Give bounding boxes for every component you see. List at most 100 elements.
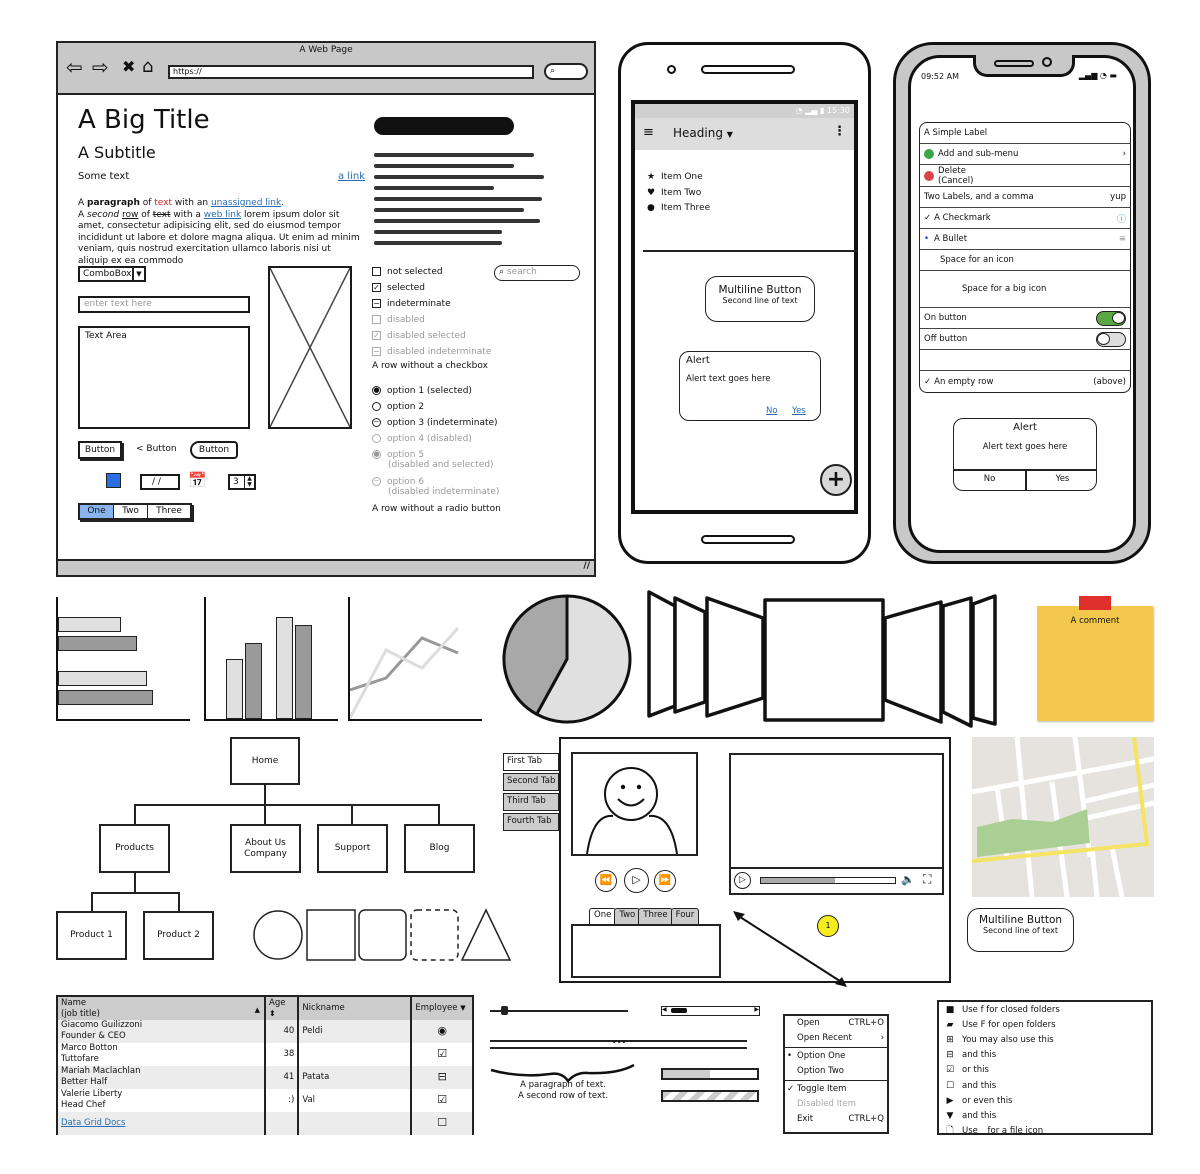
fast-forward-button[interactable]: ⏩ <box>654 870 676 892</box>
iphone-list-item[interactable]: ✓ An empty row (above) <box>920 371 1130 392</box>
button-3[interactable]: Button <box>190 441 238 459</box>
checkbox-0[interactable]: not selected <box>372 267 443 277</box>
menu-item[interactable]: ✓ Toggle Item <box>785 1082 887 1097</box>
color-picker[interactable] <box>106 473 121 488</box>
text-area[interactable]: Text Area <box>78 326 250 429</box>
slider-thumb[interactable] <box>501 1006 509 1015</box>
iphone-list-item[interactable]: Space for an icon <box>920 250 1130 271</box>
sitemap-node-about[interactable]: About Us Company <box>230 824 301 873</box>
overflow-menu-icon[interactable]: ⋮ <box>833 124 846 139</box>
browser-search-field[interactable]: ⌕ <box>544 63 588 80</box>
iphone-list-item[interactable]: Space for a big icon <box>920 271 1130 308</box>
heading-dropdown[interactable]: Heading ▼ <box>673 126 733 140</box>
forward-arrow-icon[interactable]: ⇨ <box>92 57 109 77</box>
alert-yes-button[interactable]: Yes <box>1027 474 1098 484</box>
column-header-nickname[interactable]: Nickname <box>298 997 413 1020</box>
sitemap-node-products[interactable]: Products <box>99 824 170 873</box>
iphone-list-item[interactable]: ✓ A Checkmark ⓘ <box>920 208 1130 229</box>
tree-item[interactable]: ■ Use f for closed folders <box>939 1002 1151 1017</box>
checkbox-1[interactable]: ✓ selected <box>372 283 425 293</box>
stepper-arrows-icon[interactable]: ▲ ▼ <box>244 476 254 488</box>
resize-grip-icon[interactable]: // <box>583 561 590 571</box>
tab-four[interactable]: Four <box>670 908 700 924</box>
alert-yes-button[interactable]: Yes <box>792 406 806 416</box>
splitter-handle[interactable]: ••• <box>612 1038 626 1047</box>
unassigned-link[interactable]: unassigned link <box>211 198 281 208</box>
column-header-employee[interactable]: Employee ▼ <box>411 997 472 1020</box>
annotation-number-badge[interactable]: 1 <box>817 915 839 937</box>
home-icon[interactable]: ⌂ <box>142 57 153 77</box>
tree-item[interactable]: ▼ and this <box>939 1108 1151 1123</box>
tree-item[interactable]: ⊟ and this <box>939 1048 1151 1063</box>
toggle-off[interactable] <box>1096 331 1126 347</box>
segment-one[interactable]: One <box>80 505 114 518</box>
volume-icon[interactable]: 🔈 <box>901 873 915 886</box>
map[interactable] <box>972 737 1154 897</box>
back-button[interactable]: < Button <box>136 444 177 454</box>
hamburger-menu-icon[interactable]: ≡ <box>643 125 654 140</box>
scroll-thumb[interactable] <box>671 1008 687 1013</box>
tree-item[interactable]: ▰ Use F for open folders <box>939 1017 1151 1032</box>
iphone-list-item[interactable]: • A Bullet ≡ <box>920 229 1130 250</box>
menu-item[interactable]: • Option One <box>785 1049 887 1064</box>
table-row[interactable]: Giacomo Guilizzoni Founder & CEO 40 Peldi ◉ <box>58 1020 472 1043</box>
checkbox-empty-icon[interactable]: ☐ <box>437 1116 447 1129</box>
tree-item[interactable]: ☐ and this <box>939 1078 1151 1093</box>
multiline-button-2[interactable]: Multiline Button Second line of text <box>967 908 1074 952</box>
back-arrow-icon[interactable]: ⇦ <box>66 57 83 77</box>
tree-item[interactable]: ⊞ You may also use this <box>939 1032 1151 1047</box>
vtab-third[interactable]: Third Tab <box>503 793 559 811</box>
checkbox-checked-icon[interactable]: ☑ <box>437 1093 447 1106</box>
multiline-button[interactable]: Multiline Button Second line of text <box>705 276 815 322</box>
vtab-fourth[interactable]: Fourth Tab <box>503 813 559 831</box>
vtab-second[interactable]: Second Tab <box>503 773 559 791</box>
sitemap-node-blog[interactable]: Blog <box>404 824 475 873</box>
sitemap-node-product-2[interactable]: Product 2 <box>143 911 214 960</box>
home-button[interactable] <box>701 535 795 544</box>
column-header-name[interactable]: Name (job title) ▲ <box>58 997 266 1020</box>
table-row[interactable]: Mariah Maclachlan Better Half 41 Patata ⊟ <box>58 1066 472 1089</box>
menu-item[interactable]: Exit CTRL+Q <box>785 1112 887 1127</box>
android-list-item[interactable]: ♥ Item Two <box>647 186 710 202</box>
slider-track[interactable] <box>490 1010 628 1012</box>
close-x-icon[interactable]: ✖ <box>122 57 135 77</box>
segment-two[interactable]: Two <box>114 505 148 518</box>
radio-2[interactable]: − option 3 (indeterminate) <box>372 418 498 428</box>
iphone-list-item[interactable]: On button <box>920 308 1130 329</box>
column-header-age[interactable]: Age ⬍ <box>265 997 300 1020</box>
fab-add-button[interactable]: + <box>820 464 852 496</box>
tree-item[interactable]: ▶ or even this <box>939 1093 1151 1108</box>
alert-no-button[interactable]: No <box>766 406 778 416</box>
date-field[interactable]: / / <box>140 474 180 490</box>
video-play-button[interactable]: ▷ <box>734 872 751 889</box>
tab-three[interactable]: Three <box>638 908 673 924</box>
a-link[interactable]: a link <box>338 171 365 182</box>
web-link[interactable]: web link <box>204 210 241 220</box>
android-list-item[interactable]: ★ Item One <box>647 170 710 186</box>
segment-three[interactable]: Three <box>148 505 190 518</box>
search-input[interactable]: ⌕ search <box>494 265 580 281</box>
button-1[interactable]: Button <box>78 441 122 459</box>
menu-item[interactable]: Open Recent › <box>785 1031 887 1046</box>
checkbox-2[interactable]: − indeterminate <box>372 299 451 309</box>
sitemap-node-product-1[interactable]: Product 1 <box>56 911 127 960</box>
horizontal-scrollbar[interactable]: ◀ ▶ <box>661 1006 760 1016</box>
checkbox-checked-icon[interactable]: ☑ <box>437 1047 447 1060</box>
iphone-list-item[interactable]: Add and sub-menu › <box>920 144 1130 165</box>
iphone-list-item[interactable]: Two Labels, and a comma yup <box>920 187 1130 208</box>
url-input[interactable]: https:// <box>168 65 534 79</box>
table-row[interactable]: Marco Botton Tuttofare 38 ☑ <box>58 1043 472 1066</box>
iphone-list-item[interactable]: Off button <box>920 329 1130 350</box>
number-stepper[interactable]: 3 ▲ ▼ <box>228 474 256 490</box>
radio-0[interactable]: ● option 1 (selected) <box>372 386 472 396</box>
sticky-note[interactable]: A comment <box>1037 596 1153 721</box>
table-row[interactable]: Valerie Liberty Head Chef:) Val ☑ <box>58 1089 472 1112</box>
rewind-button[interactable]: ⏪ <box>595 870 617 892</box>
vtab-first[interactable]: First Tab <box>503 753 559 771</box>
checkbox-indeterminate-icon[interactable]: ⊟ <box>438 1070 447 1083</box>
fullscreen-icon[interactable]: ⛶ <box>923 872 931 887</box>
video-progress[interactable] <box>760 877 896 884</box>
tab-one[interactable]: One <box>589 908 617 924</box>
play-button[interactable]: ▷ <box>624 868 649 893</box>
tree-item[interactable]: 🗋 Use _ for a file icon <box>939 1124 1151 1133</box>
